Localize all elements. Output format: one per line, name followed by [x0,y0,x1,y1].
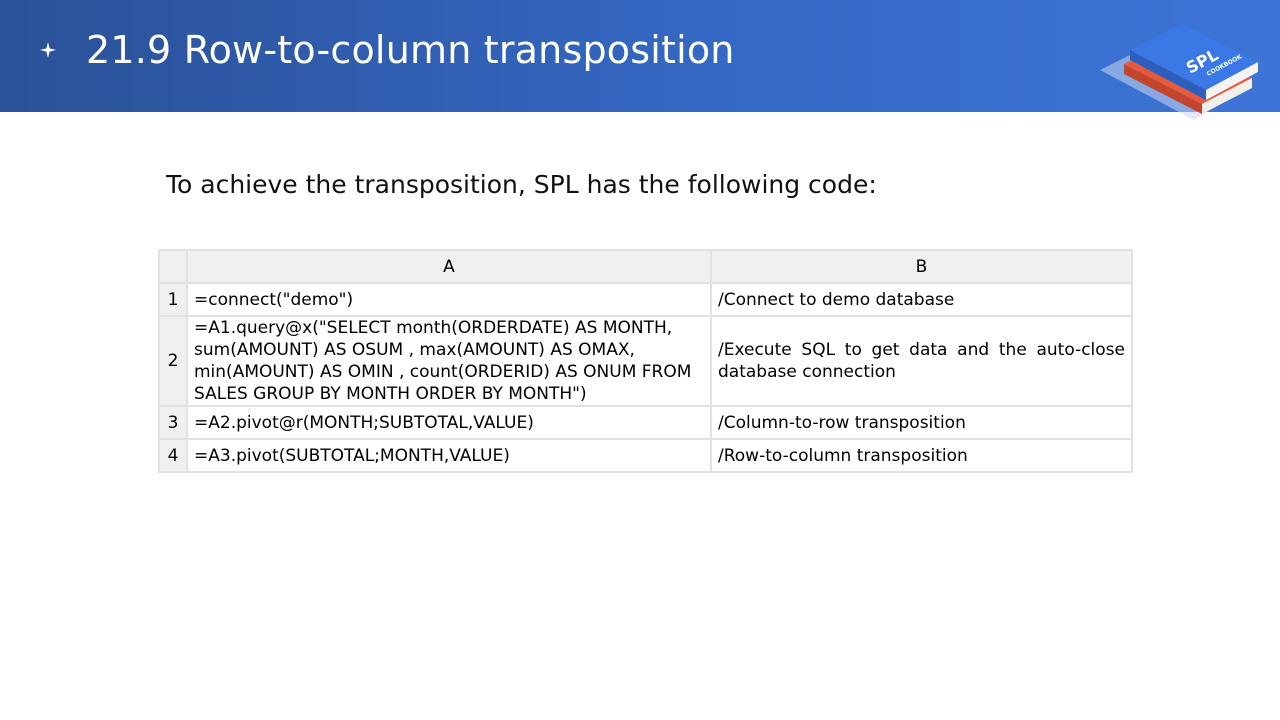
row-number: 2 [158,315,188,407]
cell-b2[interactable]: /Execute SQL to get data and the auto-cl… [710,315,1133,407]
grid-row: 2 =A1.query@x("SELECT month(ORDERDATE) A… [158,315,1133,407]
slide-title: 21.9 Row-to-column transposition [86,28,735,72]
cell-a3[interactable]: =A2.pivot@r(MONTH;SUBTOTAL,VALUE) [186,405,712,440]
row-number: 1 [158,282,188,317]
four-point-star-icon [40,42,56,58]
cell-a2[interactable]: =A1.query@x("SELECT month(ORDERDATE) AS … [186,315,712,407]
row-number: 4 [158,438,188,473]
spl-code-grid: A B 1 =connect("demo") /Connect to demo … [158,249,1133,473]
cell-b1[interactable]: /Connect to demo database [710,282,1133,317]
slide-header: 21.9 Row-to-column transposition SPL COO… [0,0,1280,120]
grid-row: 3 =A2.pivot@r(MONTH;SUBTOTAL,VALUE) /Col… [158,405,1133,440]
spl-cookbook-logo: SPL COOKBOOK [1100,24,1258,120]
cell-b3[interactable]: /Column-to-row transposition [710,405,1133,440]
column-header-a: A [186,249,712,284]
cell-b4[interactable]: /Row-to-column transposition [710,438,1133,473]
intro-text: To achieve the transposition, SPL has th… [166,170,877,199]
cell-a1[interactable]: =connect("demo") [186,282,712,317]
grid-header-row: A B [158,249,1133,284]
row-number: 3 [158,405,188,440]
grid-row: 4 =A3.pivot(SUBTOTAL;MONTH,VALUE) /Row-t… [158,438,1133,473]
cell-a4[interactable]: =A3.pivot(SUBTOTAL;MONTH,VALUE) [186,438,712,473]
column-header-b: B [710,249,1133,284]
grid-row: 1 =connect("demo") /Connect to demo data… [158,282,1133,317]
grid-corner-cell [158,249,188,284]
